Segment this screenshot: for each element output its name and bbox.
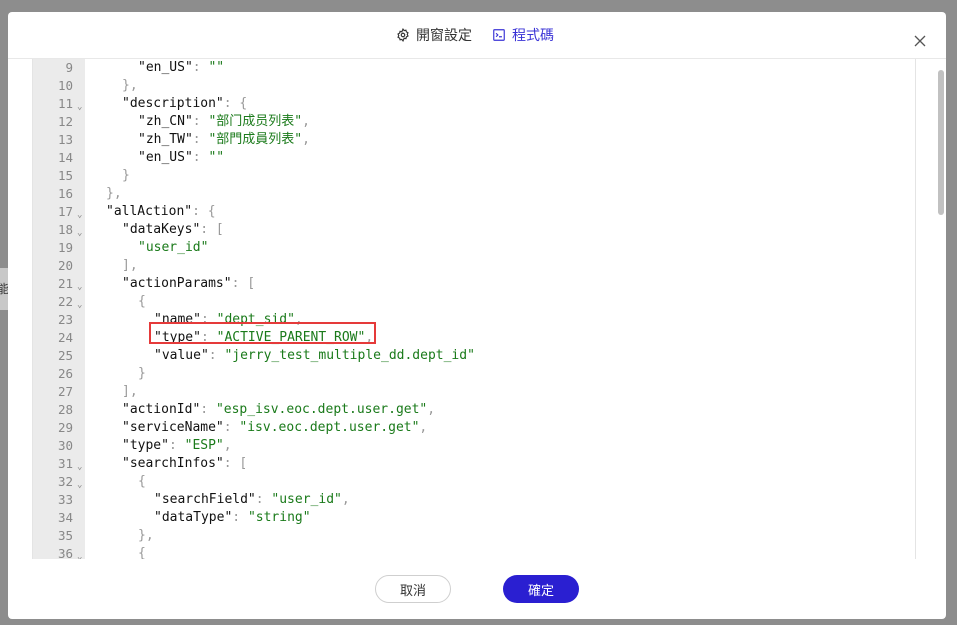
code-line: 16}, xyxy=(33,185,915,203)
line-code: "searchField": "user_id", xyxy=(154,492,350,507)
line-code: "type": "ESP", xyxy=(122,438,232,453)
line-number: 18 xyxy=(57,222,73,237)
line-number: 14 xyxy=(57,150,73,165)
code-line: 27], xyxy=(33,383,915,401)
tab-bar: 開窗設定 程式碼 xyxy=(396,25,554,45)
code-line: 22 ⌄{ xyxy=(33,293,915,311)
scrollbar-thumb[interactable] xyxy=(938,70,944,215)
line-code: ], xyxy=(122,258,138,273)
line-number: 12 xyxy=(57,114,73,129)
line-code: ], xyxy=(122,384,138,399)
line-code: "en_US": "" xyxy=(138,60,225,75)
line-code: { xyxy=(138,294,146,309)
line-code: "user_id" xyxy=(138,240,209,255)
code-line: 9 "en_US": "" xyxy=(33,59,915,77)
line-code: "dataType": "string" xyxy=(154,510,311,525)
tab-label: 程式碼 xyxy=(512,28,554,44)
line-number: 34 xyxy=(57,510,73,525)
tab-code[interactable]: 程式碼 xyxy=(492,25,554,45)
line-number: 9 xyxy=(65,60,73,75)
close-icon[interactable] xyxy=(914,32,926,47)
line-number: 25 xyxy=(57,348,73,363)
code-line: 29 "serviceName": "isv.eoc.dept.user.get"… xyxy=(33,419,915,437)
ok-button[interactable]: 確定 xyxy=(503,575,579,603)
tab-label: 開窗設定 xyxy=(416,28,472,44)
backdrop-fragment: 能 xyxy=(0,268,9,310)
line-number: 16 xyxy=(57,186,73,201)
code-dialog: 開窗設定 程式碼 9 "en_US": "" 10}, 11 ⌄ "description… xyxy=(8,12,946,619)
code-line: 11 ⌄ "description": { xyxy=(33,95,915,113)
code-line: 36 ⌄ { xyxy=(33,545,915,559)
line-number: 17 xyxy=(57,204,73,219)
terminal-icon xyxy=(492,28,506,42)
code-line: 25 "value": "jerry_test_multiple_dd.dept_… xyxy=(33,347,915,365)
line-number: 30 xyxy=(57,438,73,453)
dialog-header: 開窗設定 程式碼 xyxy=(8,12,946,59)
code-line: 35}, xyxy=(33,527,915,545)
line-code: }, xyxy=(138,528,154,543)
code-line: 14 "en_US": "" xyxy=(33,149,915,167)
line-code: "searchInfos": [ xyxy=(122,456,248,471)
code-line: 32 ⌄{ xyxy=(33,473,915,491)
tab-window-settings[interactable]: 開窗設定 xyxy=(396,25,472,45)
line-number: 19 xyxy=(57,240,73,255)
code-line: 30 "type": "ESP", xyxy=(33,437,915,455)
line-number: 15 xyxy=(57,168,73,183)
line-code: { xyxy=(138,546,146,559)
line-number: 31 xyxy=(57,456,73,471)
line-code: { xyxy=(138,474,146,489)
line-code: "actionId": "esp_isv.eoc.dept.user.get", xyxy=(122,402,436,417)
line-number: 35 xyxy=(57,528,73,543)
line-number: 20 xyxy=(57,258,73,273)
line-code: "actionParams": [ xyxy=(122,276,256,291)
code-line: 26} xyxy=(33,365,915,383)
line-code: "value": "jerry_test_multiple_dd.dept_id… xyxy=(154,348,475,363)
highlight-box xyxy=(149,322,376,344)
code-line: 10}, xyxy=(33,77,915,95)
line-number: 23 xyxy=(57,312,73,327)
code-line: 15} xyxy=(33,167,915,185)
line-code: } xyxy=(122,168,130,183)
line-number: 21 xyxy=(57,276,73,291)
line-number: 29 xyxy=(57,420,73,435)
code-line: 12 "zh_CN": "部门成员列表", xyxy=(33,113,915,131)
code-line: 31 ⌄ "searchInfos": [ xyxy=(33,455,915,473)
code-line: 13 "zh_TW": "部門成員列表", xyxy=(33,131,915,149)
code-line: 18 ⌄ "dataKeys": [ xyxy=(33,221,915,239)
code-line: 17 ⌄ "allAction": { xyxy=(33,203,915,221)
line-number: 22 xyxy=(57,294,73,309)
line-number: 32 xyxy=(57,474,73,489)
line-code: }, xyxy=(122,78,138,93)
code-editor[interactable]: 9 "en_US": "" 10}, 11 ⌄ "description": {12 "zh… xyxy=(32,59,916,559)
line-code: "dataKeys": [ xyxy=(122,222,224,237)
line-code: "allAction": { xyxy=(106,204,216,219)
line-number: 26 xyxy=(57,366,73,381)
line-number: 27 xyxy=(57,384,73,399)
code-line: 34 "dataType": "string" xyxy=(33,509,915,527)
line-code: "description": { xyxy=(122,96,248,111)
line-code: }, xyxy=(106,186,122,201)
code-line: 33 "searchField": "user_id", xyxy=(33,491,915,509)
code-line: 20], xyxy=(33,257,915,275)
line-number: 13 xyxy=(57,132,73,147)
line-number: 33 xyxy=(57,492,73,507)
line-number: 24 xyxy=(57,330,73,345)
cancel-button[interactable]: 取消 xyxy=(375,575,451,603)
line-number: 36 xyxy=(57,546,73,559)
code-line: 28 "actionId": "esp_isv.eoc.dept.user.get… xyxy=(33,401,915,419)
line-number: 11 xyxy=(57,96,73,111)
line-code: "zh_TW": "部門成員列表", xyxy=(138,132,310,147)
line-code: "en_US": "" xyxy=(138,150,225,165)
gear-icon xyxy=(396,28,410,42)
line-code: "serviceName": "isv.eoc.dept.user.get", xyxy=(122,420,428,435)
code-line: 21 ⌄ "actionParams": [ xyxy=(33,275,915,293)
fold-chevron-icon[interactable]: ⌄ xyxy=(77,548,82,559)
line-code: "zh_CN": "部门成员列表", xyxy=(138,114,310,129)
code-line: 19 "user_id" xyxy=(33,239,915,257)
line-number: 10 xyxy=(57,78,73,93)
line-code: } xyxy=(138,366,146,381)
line-number: 28 xyxy=(57,402,73,417)
